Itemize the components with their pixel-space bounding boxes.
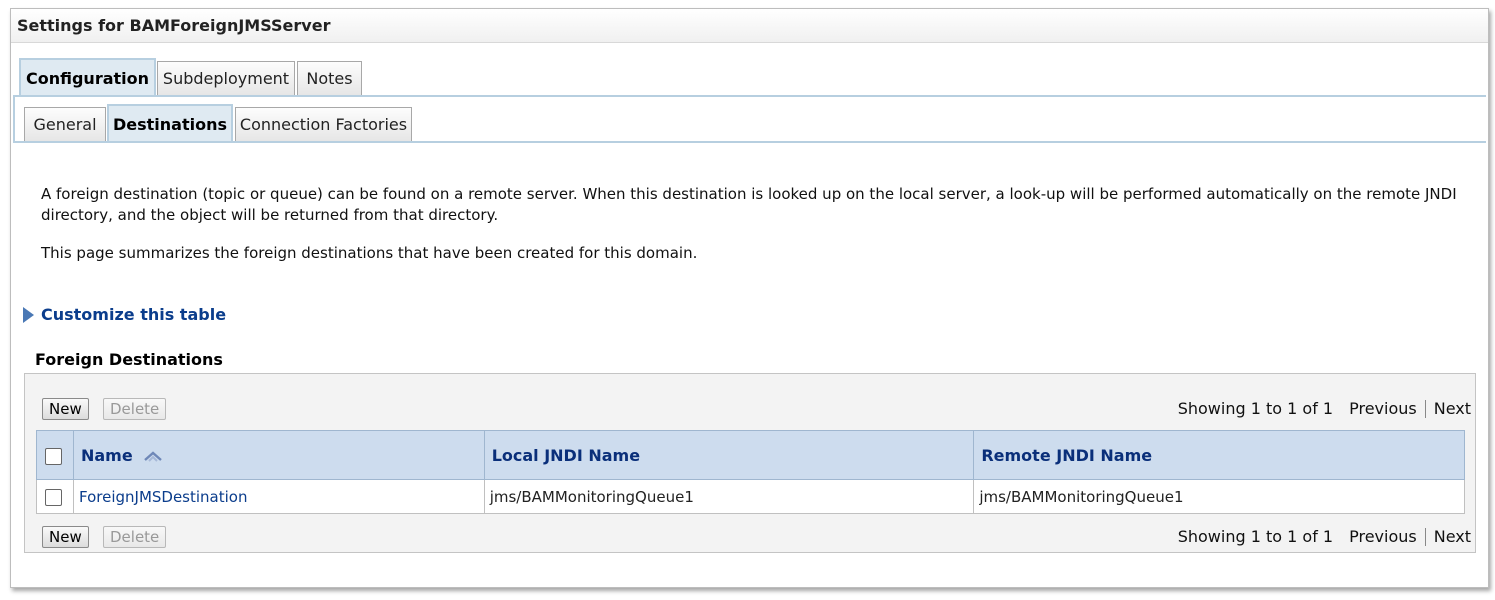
pager-showing-text: Showing 1 to 1 of 1 [1177, 399, 1334, 418]
column-header-remote-jndi[interactable]: Remote JNDI Name [973, 430, 1465, 480]
pager-showing-text: Showing 1 to 1 of 1 [1177, 527, 1334, 546]
tab-connection-factories[interactable]: Connection Factories [235, 107, 412, 141]
cell-name: ForeignJMSDestination [72, 479, 485, 514]
select-all-header [36, 430, 74, 480]
pager-next-link[interactable]: Next [1434, 399, 1471, 418]
pager-next-link[interactable]: Next [1434, 527, 1471, 546]
new-button-bottom[interactable]: New [42, 526, 89, 548]
column-header-name[interactable]: Name [72, 430, 485, 480]
delete-button-bottom[interactable]: Delete [103, 526, 167, 548]
row-checkbox[interactable] [45, 488, 62, 506]
primary-tab-bar: Configuration Subdeployment Notes [13, 49, 1486, 97]
settings-panel: Settings for BAMForeignJMSServer Configu… [10, 8, 1489, 588]
pager-divider [1424, 399, 1426, 418]
destination-name-link[interactable]: ForeignJMSDestination [79, 488, 248, 506]
pager-previous-link[interactable]: Previous [1349, 527, 1417, 546]
select-all-checkbox[interactable] [45, 447, 62, 465]
delete-button-top[interactable]: Delete [103, 398, 167, 420]
customize-table-label: Customize this table [41, 305, 227, 324]
panel-title: Settings for BAMForeignJMSServer [11, 9, 1488, 43]
cell-local-jndi: jms/BAMMonitoringQueue1 [483, 479, 975, 514]
expand-triangle-icon [23, 306, 34, 323]
tab-subdeployment[interactable]: Subdeployment [157, 61, 295, 95]
new-button-top[interactable]: New [42, 398, 89, 420]
pager-bottom: Showing 1 to 1 of 1 Previous Next [1178, 527, 1471, 546]
cell-remote-jndi: jms/BAMMonitoringQueue1 [973, 479, 1465, 514]
foreign-destinations-table-container: New Delete Showing 1 to 1 of 1 Previous … [24, 373, 1476, 553]
column-header-local-jndi[interactable]: Local JNDI Name [483, 430, 975, 480]
tab-destinations[interactable]: Destinations [107, 104, 233, 141]
column-label-name: Name [80, 445, 133, 465]
pager-previous-link[interactable]: Previous [1349, 399, 1417, 418]
description-paragraph-2: This page summarizes the foreign destina… [41, 244, 698, 262]
foreign-destinations-table: Name Local JNDI Name Remote JNDI Name Fo… [36, 430, 1465, 514]
row-select-cell [36, 479, 74, 514]
tab-configuration[interactable]: Configuration [19, 58, 156, 95]
pager-divider [1424, 527, 1426, 546]
sort-ascending-icon[interactable] [143, 450, 163, 462]
page-description: A foreign destination (topic or queue) c… [41, 184, 1461, 281]
customize-table-link[interactable]: Customize this table [23, 305, 226, 324]
table-header-row: Name Local JNDI Name Remote JNDI Name [36, 430, 1465, 480]
pager-top: Showing 1 to 1 of 1 Previous Next [1178, 399, 1471, 418]
tab-notes[interactable]: Notes [297, 61, 362, 95]
table-row: ForeignJMSDestination jms/BAMMonitoringQ… [36, 479, 1465, 514]
secondary-tab-bar: General Destinations Connection Factorie… [13, 95, 1486, 143]
description-paragraph-1: A foreign destination (topic or queue) c… [41, 185, 1457, 224]
table-title: Foreign Destinations [35, 350, 223, 369]
tab-general[interactable]: General [24, 107, 106, 141]
